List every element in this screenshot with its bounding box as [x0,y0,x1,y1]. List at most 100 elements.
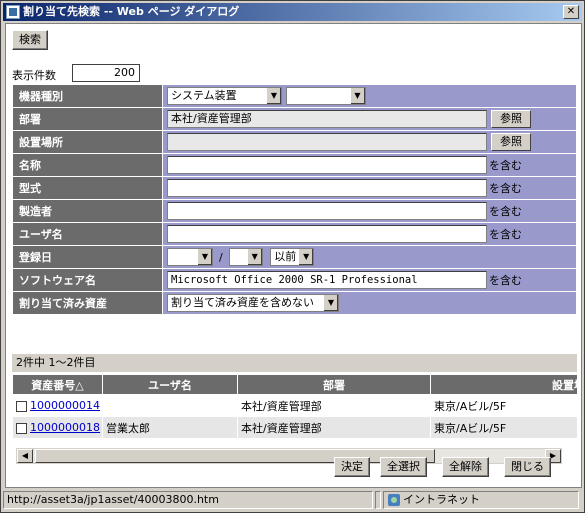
chevron-down-icon: ▼ [349,88,365,104]
window-title: 割り当て先検索 -- Web ページ ダイアログ [23,5,240,18]
user-name-input[interactable] [167,225,487,243]
location-cell: 東京/Aビル/5F [430,394,577,417]
status-url: http://asset3a/jp1asset/40003800.htm [3,491,373,509]
department-cell: 本社/資産管理部 [237,394,431,417]
display-count-input[interactable]: 200 [72,64,140,82]
reg-cond-selected: 以前 [274,250,297,263]
results-header-row: 資産番号△ ユーザ名 部署 設置場所 [12,374,577,395]
result-summary: 2件中 1～2件目 [12,354,577,372]
software-cell: Microsoft Office 2000 SR-1 Professional を… [162,268,577,292]
device-type-cell: システム装置 ▼ ▼ [162,84,577,108]
user-name-cell: を含む [162,222,577,246]
user-name-label: ユーザ名 [12,222,163,246]
model-input[interactable] [167,179,487,197]
name-input[interactable] [167,156,487,174]
assigned-selected: 割り当て済み資産を含めない [171,296,314,309]
maker-contains-label: を含む [489,205,522,218]
dialog-window: 割り当て先検索 -- Web ページ ダイアログ ✕ 検索 表示件数 200 機… [0,0,585,513]
location-cell: 東京/Aビル/5F [430,416,577,439]
location-field [167,133,487,151]
row-device-type: 機器種別 システム装置 ▼ ▼ [12,84,577,108]
location-ref-button[interactable]: 参照 [491,133,531,151]
chevron-down-icon: ▼ [323,295,338,311]
col-department[interactable]: 部署 [237,374,431,395]
chevron-down-icon: ▼ [246,249,262,265]
status-pane [375,491,381,509]
asset-link[interactable]: 1000000014 [30,399,100,412]
model-contains-label: を含む [489,182,522,195]
reg-date-label: 登録日 [12,245,163,269]
user-cell [102,394,238,417]
asset-cell: 1000000018 [12,416,103,439]
decide-button[interactable]: 決定 [334,457,370,477]
row-location: 設置場所 参照 [12,130,577,154]
scroll-thumb[interactable] [35,449,435,463]
device-subtype-select[interactable]: ▼ [285,87,366,105]
asset-link[interactable]: 1000000018 [30,421,100,434]
zone-label: イントラネット [403,493,480,506]
department-ref-button[interactable]: 参照 [491,110,531,128]
reg-year-select[interactable]: ▼ [167,248,213,266]
name-label: 名称 [12,153,163,177]
model-label: 型式 [12,176,163,200]
reg-month-select[interactable]: ▼ [228,248,263,266]
dialog-content: 検索 表示件数 200 機器種別 システム装置 ▼ ▼ 部署 本社/資産管理部 参照… [5,23,582,488]
assigned-cell: 割り当て済み資産を含めない ▼ [162,291,577,315]
assigned-select[interactable]: 割り当て済み資産を含めない ▼ [167,294,339,312]
row-checkbox[interactable] [16,400,27,412]
row-name: 名称 を含む [12,153,577,177]
col-user[interactable]: ユーザ名 [102,374,238,395]
search-button[interactable]: 検索 [12,30,48,50]
chevron-down-icon: ▼ [298,249,314,265]
user-name-contains-label: を含む [489,228,522,241]
maker-input[interactable] [167,202,487,220]
device-type-selected: システム装置 [171,89,237,102]
select-all-button[interactable]: 全選択 [380,457,427,477]
col-asset-no[interactable]: 資産番号△ [12,374,103,395]
row-maker: 製造者 を含む [12,199,577,223]
window-icon [6,5,20,19]
clear-all-button[interactable]: 全解除 [442,457,489,477]
device-type-label: 機器種別 [12,84,163,108]
search-form: 機器種別 システム装置 ▼ ▼ 部署 本社/資産管理部 参照 設置場所 参照 名称 [12,84,577,315]
software-input[interactable]: Microsoft Office 2000 SR-1 Professional [167,271,487,289]
asset-cell: 1000000014 [12,394,103,417]
table-row: 1000000018 営業太郎 本社/資産管理部 東京/Aビル/5F [12,416,577,439]
name-cell: を含む [162,153,577,177]
maker-cell: を含む [162,199,577,223]
date-separator: / [219,250,223,264]
user-cell: 営業太郎 [102,416,238,439]
reg-cond-select[interactable]: 以前 ▼ [270,248,315,266]
software-contains-label: を含む [489,274,522,287]
status-zone: イントラネット [383,491,579,509]
name-contains-label: を含む [489,159,522,172]
results-table: 資産番号△ ユーザ名 部署 設置場所 1000000014 本社/資産管理部 東… [12,374,577,439]
scroll-left-icon[interactable]: ◀ [17,449,33,463]
col-location[interactable]: 設置場所 [430,374,577,395]
chevron-down-icon: ▼ [197,249,212,265]
device-type-select[interactable]: システム装置 ▼ [167,87,282,105]
close-button[interactable]: 閉じる [504,457,551,477]
row-model: 型式 を含む [12,176,577,200]
chevron-down-icon: ▼ [266,88,281,104]
status-bar: http://asset3a/jp1asset/40003800.htm イント… [3,490,582,510]
results-table-wrap: 資産番号△ ユーザ名 部署 設置場所 1000000014 本社/資産管理部 東… [12,374,577,442]
location-label: 設置場所 [12,130,163,154]
row-checkbox[interactable] [16,422,27,434]
row-reg-date: 登録日 ▼ / ▼ 以前 ▼ [12,245,577,269]
reg-date-cell: ▼ / ▼ 以前 ▼ [162,245,577,269]
department-cell: 本社/資産管理部 [237,416,431,439]
software-label: ソフトウェア名 [12,268,163,292]
display-count-label: 表示件数 [12,69,56,82]
assigned-label: 割り当て済み資産 [12,291,163,315]
intranet-icon [388,494,400,506]
row-software: ソフトウェア名 Microsoft Office 2000 SR-1 Profe… [12,268,577,292]
row-user-name: ユーザ名 を含む [12,222,577,246]
close-window-button[interactable]: ✕ [563,5,579,19]
title-bar: 割り当て先検索 -- Web ページ ダイアログ ✕ [3,3,582,21]
maker-label: 製造者 [12,199,163,223]
table-row: 1000000014 本社/資産管理部 東京/Aビル/5F [12,394,577,417]
row-department: 部署 本社/資産管理部 参照 [12,107,577,131]
location-cell: 参照 [162,130,577,154]
department-label: 部署 [12,107,163,131]
